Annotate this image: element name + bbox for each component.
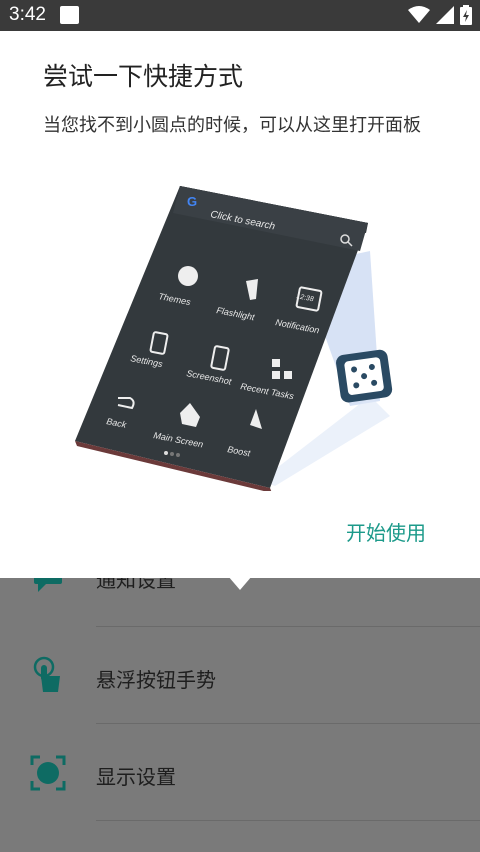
shortcut-panel-illustration: G Click to search 12:38 Themes Flashligh…: [75, 186, 393, 491]
popup-pointer: [228, 576, 252, 590]
themes-icon: [178, 266, 198, 286]
list-item-label: 悬浮按钮手势: [96, 668, 216, 692]
divider: [96, 723, 480, 724]
list-item-display-settings[interactable]: 显示设置: [0, 725, 480, 821]
recent-tasks-icon: [272, 359, 280, 367]
status-bar: 3:42: [0, 0, 480, 31]
battery-icon: [460, 5, 472, 25]
popup-description: 当您找不到小圆点的时候，可以从这里打开面板: [43, 115, 421, 136]
display-settings-icon: [30, 755, 66, 791]
list-item-touch-gesture[interactable]: 悬浮按钮手势: [0, 628, 480, 724]
wifi-icon: [408, 6, 430, 23]
divider: [96, 626, 480, 627]
shortcut-tip-popup: 尝试一下快捷方式 当您找不到小圆点的时候，可以从这里打开面板 G Click t…: [0, 31, 480, 578]
start-using-button[interactable]: 开始使用: [346, 517, 426, 546]
notification-icon: [60, 6, 79, 24]
list-item-label: 显示设置: [96, 765, 176, 789]
status-time: 3:42: [9, 4, 46, 25]
signal-icon: [436, 6, 454, 24]
divider: [96, 820, 480, 821]
touch-gesture-icon: [33, 656, 60, 692]
status-icons: [408, 5, 472, 25]
popup-title: 尝试一下快捷方式: [43, 62, 244, 91]
float-button-icon: [336, 349, 393, 403]
google-logo: G: [187, 194, 197, 209]
